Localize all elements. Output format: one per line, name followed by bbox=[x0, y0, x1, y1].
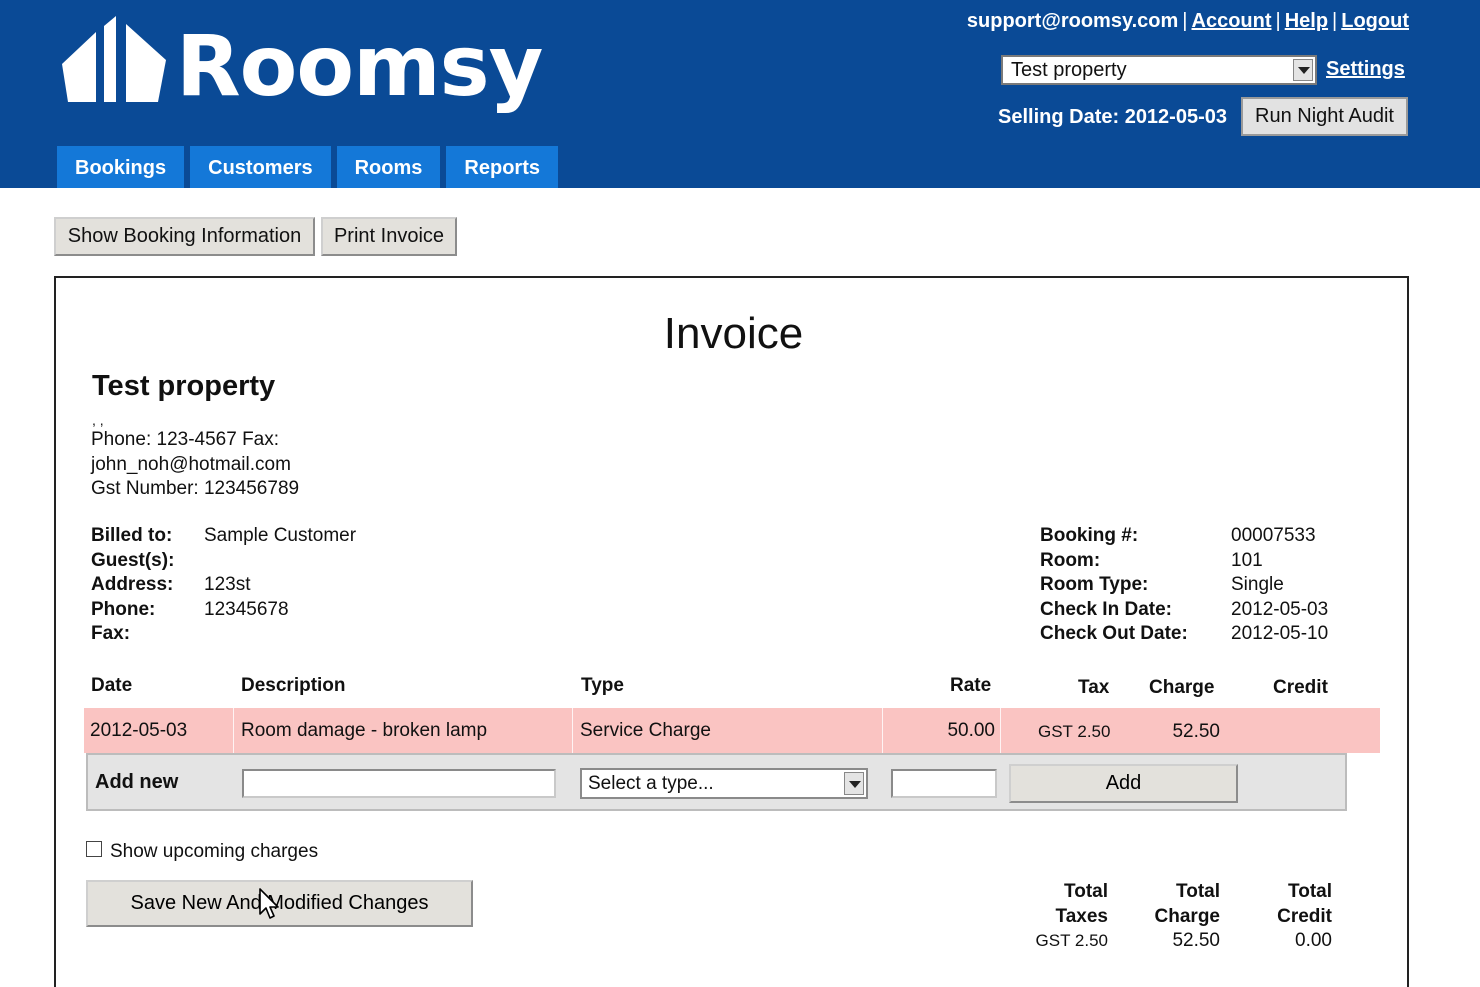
property-email: john_noh@hotmail.com bbox=[91, 453, 291, 475]
billed-to-section: Billed to: Sample Customer Guest(s): Addr… bbox=[91, 524, 356, 647]
total-taxes-value: GST 2.50 bbox=[1035, 931, 1108, 950]
column-header-tax: Tax bbox=[1078, 677, 1110, 698]
property-name: Test property bbox=[92, 370, 276, 402]
phone-label: Phone: bbox=[91, 598, 156, 620]
settings-link[interactable]: Settings bbox=[1326, 58, 1405, 81]
tab-customers[interactable]: Customers bbox=[190, 146, 331, 188]
fax-label: Fax: bbox=[91, 623, 131, 644]
account-link[interactable]: Account bbox=[1192, 10, 1272, 32]
total-credit-label-2: Credit bbox=[1277, 905, 1332, 927]
column-header-type: Type bbox=[581, 675, 624, 696]
room-value: 101 bbox=[1231, 549, 1263, 571]
show-upcoming-charges[interactable]: Show upcoming charges bbox=[86, 840, 318, 864]
check-out-value: 2012-05-10 bbox=[1231, 623, 1329, 644]
link-separator: | bbox=[1182, 10, 1188, 32]
billed-to-value: Sample Customer bbox=[204, 525, 357, 546]
tab-bookings[interactable]: Bookings bbox=[57, 146, 185, 188]
cell-divider bbox=[882, 708, 883, 753]
row-tax: GST 2.50 bbox=[1038, 722, 1111, 741]
property-details: Phone: 123-4567 Fax: john_noh@hotmail.co… bbox=[91, 428, 299, 502]
cell-divider bbox=[1000, 708, 1001, 753]
address-label: Address: bbox=[91, 574, 174, 595]
total-taxes: Total Taxes GST 2.50 bbox=[1022, 880, 1108, 954]
mouse-pointer-icon bbox=[259, 888, 279, 919]
property-phone-fax: Phone: 123-4567 Fax: bbox=[91, 429, 280, 450]
check-in-label: Check In Date: bbox=[1040, 598, 1172, 620]
row-charge: 52.50 bbox=[1172, 721, 1220, 742]
total-credit-label-1: Total bbox=[1288, 881, 1332, 902]
show-upcoming-label: Show upcoming charges bbox=[110, 841, 319, 862]
help-link[interactable]: Help bbox=[1285, 10, 1328, 32]
room-label: Room: bbox=[1040, 549, 1101, 571]
cell-divider bbox=[572, 708, 573, 753]
guests-label: Guest(s): bbox=[91, 549, 175, 571]
billed-to-label: Billed to: bbox=[91, 525, 173, 546]
total-taxes-label-1: Total bbox=[1064, 881, 1108, 902]
add-new-row: Add new Select a type... Add bbox=[86, 753, 1347, 811]
booking-number-label: Booking #: bbox=[1040, 525, 1139, 546]
new-rate-input[interactable] bbox=[891, 769, 997, 798]
chevron-down-icon[interactable] bbox=[844, 772, 864, 795]
room-type-value: Single bbox=[1231, 574, 1284, 595]
print-invoice-button[interactable]: Print Invoice bbox=[321, 217, 457, 256]
total-taxes-label-2: Taxes bbox=[1055, 905, 1108, 927]
charge-type-select-value: Select a type... bbox=[588, 773, 714, 794]
total-credit-value: 0.00 bbox=[1295, 930, 1332, 951]
property-address: , , bbox=[92, 412, 104, 428]
brand-name: Roomsy bbox=[176, 17, 543, 115]
room-type-label: Room Type: bbox=[1040, 574, 1149, 595]
column-header-rate: Rate bbox=[950, 675, 992, 696]
column-header-description: Description bbox=[241, 675, 346, 696]
table-row[interactable]: 2012-05-03 Room damage - broken lamp Ser… bbox=[84, 708, 1380, 753]
house-logo-icon bbox=[62, 16, 166, 102]
total-credit: Total Credit 0.00 bbox=[1246, 880, 1332, 954]
run-night-audit-button[interactable]: Run Night Audit bbox=[1241, 97, 1408, 136]
total-charge-value: 52.50 bbox=[1172, 930, 1220, 951]
selling-date: Selling Date: 2012-05-03 bbox=[998, 106, 1227, 128]
show-booking-information-button[interactable]: Show Booking Information bbox=[54, 217, 315, 256]
booking-number-value: 00007533 bbox=[1231, 525, 1316, 546]
support-email: support@roomsy.com bbox=[966, 10, 1179, 32]
add-charge-button[interactable]: Add bbox=[1009, 764, 1238, 803]
new-description-input[interactable] bbox=[242, 769, 556, 798]
property-select-value: Test property bbox=[1011, 59, 1127, 81]
top-links: support@roomsy.com | Account | Help | Logout bbox=[967, 8, 1409, 34]
address-value: 123st bbox=[204, 574, 251, 595]
phone-value: 12345678 bbox=[204, 598, 289, 620]
app-header: Roomsy support@roomsy.com | Account | Help | L… bbox=[0, 0, 1480, 188]
property-gst-number: Gst Number: 123456789 bbox=[91, 478, 300, 499]
check-in-value: 2012-05-03 bbox=[1231, 598, 1329, 620]
row-description: Room damage - broken lamp bbox=[241, 720, 488, 741]
charge-type-select[interactable]: Select a type... bbox=[580, 768, 868, 799]
tab-rooms[interactable]: Rooms bbox=[336, 146, 441, 188]
logout-link[interactable]: Logout bbox=[1341, 10, 1409, 32]
total-charge-label-2: Charge bbox=[1154, 905, 1220, 927]
check-out-label: Check Out Date: bbox=[1040, 623, 1188, 644]
column-header-charge: Charge bbox=[1149, 677, 1215, 698]
row-date: 2012-05-03 bbox=[90, 720, 188, 741]
column-header-date: Date bbox=[91, 675, 133, 696]
total-charge: Total Charge 52.50 bbox=[1134, 880, 1220, 954]
column-header-credit: Credit bbox=[1273, 677, 1328, 698]
invoice-panel: Invoice Test property , , Phone: 123-456… bbox=[54, 276, 1409, 987]
row-type: Service Charge bbox=[580, 720, 711, 741]
chevron-down-icon[interactable] bbox=[1293, 59, 1313, 81]
cell-divider bbox=[233, 708, 234, 753]
row-rate: 50.00 bbox=[947, 720, 995, 741]
link-separator: | bbox=[1332, 10, 1338, 32]
booking-details-section: Booking #: 00007533 Room: 101 Room Type: Si… bbox=[1040, 524, 1328, 647]
property-select[interactable]: Test property bbox=[1001, 55, 1317, 85]
total-charge-label-1: Total bbox=[1176, 881, 1220, 902]
tab-reports[interactable]: Reports bbox=[446, 146, 558, 188]
invoice-title: Invoice bbox=[663, 309, 804, 358]
link-separator: | bbox=[1275, 10, 1281, 32]
main-nav: Bookings Customers Rooms Reports bbox=[57, 146, 558, 188]
add-new-label: Add new bbox=[95, 771, 179, 793]
show-upcoming-checkbox[interactable] bbox=[86, 841, 102, 857]
